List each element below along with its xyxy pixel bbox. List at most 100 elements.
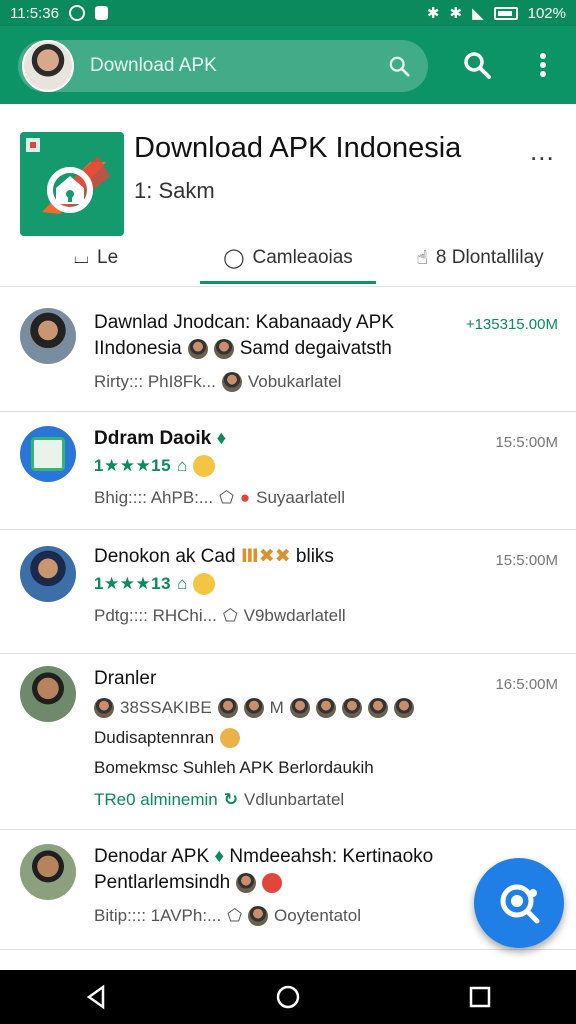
avatar[interactable] [20, 308, 76, 364]
bluetooth-icon: ✱ [426, 5, 440, 22]
list-item[interactable]: Denokon ak Cad Ⅲ✖✖ bliks 1★★★13 ⌂ Pdtg::… [0, 530, 576, 654]
pin-icon: ♦ [214, 846, 225, 867]
pin-icon: ♦ [216, 428, 227, 449]
item-meta: Pdtg:::: RHChi... [94, 606, 217, 625]
device-icon: ⌴ [73, 247, 90, 268]
avatar [262, 873, 283, 893]
overflow-menu-icon[interactable] [528, 50, 558, 80]
avatar [187, 339, 208, 359]
item-meta-author: Vdlunbartatel [244, 790, 345, 809]
refresh-icon: ↻ [223, 790, 239, 809]
avatar [315, 698, 336, 718]
item-title: Dawnlad Jnodcan: Kabanaady APK [94, 312, 394, 333]
location-pin-icon: ● [239, 488, 251, 507]
tag-icon: ⬠ [222, 606, 238, 625]
item-title: Denodar APK [94, 846, 210, 867]
bluetooth-icon-2: ✱ [449, 5, 463, 22]
app-logo-icon [20, 132, 124, 236]
battery-level: 102% [527, 4, 566, 22]
status-time: 11:5:36 [10, 4, 59, 22]
item-title: Ddram Daoik [94, 428, 212, 449]
avatar[interactable] [20, 546, 76, 602]
item-meta-author: Vobukarlatel [247, 372, 342, 391]
list-item[interactable]: Ddram Daoik ♦ 1★★★15 ⌂ Bhig:::: AhPB:...… [0, 412, 576, 530]
item-line-mid: M [269, 698, 284, 717]
item-title-2: IIndonesia [94, 338, 182, 359]
list-item[interactable]: Dranler 38SSAKIBE M Dudisaptennran Bomek… [0, 654, 576, 830]
avatar [94, 698, 114, 718]
avatar[interactable] [20, 666, 76, 722]
search-bar[interactable]: Download APK [18, 40, 428, 92]
camera-search-icon [500, 884, 540, 924]
tab-label: Camleaoias [252, 247, 353, 268]
tab-bar: ⌴ Le ◯ Camleaoias ☝ 8 Dlontallilay [0, 232, 576, 284]
search-input[interactable]: Download APK [90, 55, 388, 77]
item-meta: Bitip:::: 1AVPh:... [94, 906, 222, 925]
avatar [213, 339, 234, 359]
notification-icon [94, 6, 108, 20]
avatar [289, 698, 310, 718]
item-meta: Rirty::: PhI8Fk... [94, 372, 216, 391]
home-icon[interactable] [275, 984, 301, 1010]
sync-icon [68, 5, 85, 21]
tab-camleaoias[interactable]: ◯ Camleaoias [192, 232, 384, 284]
avatar [217, 698, 238, 718]
avatar [367, 698, 388, 718]
avatar [220, 728, 241, 748]
item-title-tail: Samd degaivatsth [239, 338, 392, 359]
rating: 1★★★15 [94, 456, 172, 475]
search-icon[interactable] [388, 55, 410, 77]
avatar [248, 906, 269, 926]
item-timestamp: 15:5:00M [495, 552, 558, 569]
item-meta-author: Ooytentatol [274, 906, 361, 925]
battery-icon [493, 6, 518, 20]
item-line: 38SSAKIBE [120, 698, 212, 717]
app-header: Download APK Indonesia 1: Sakm ... ⌴ Le … [0, 104, 576, 287]
tag-icon: ⬠ [219, 488, 234, 507]
tab-label: 8 Dlontallilay [435, 247, 544, 268]
tag-icon: ⬠ [227, 906, 243, 925]
page-title: Download APK Indonesia [134, 132, 462, 164]
recents-icon[interactable] [467, 984, 493, 1010]
chat-bubble-icon: ◯ [223, 247, 245, 269]
rating: 1★★★13 [94, 574, 172, 593]
tab-label: Le [97, 247, 119, 268]
avatar [236, 873, 257, 893]
tab-dlontallilay[interactable]: ☝ 8 Dlontallilay [384, 232, 576, 284]
item-title: Denokon ak Cad [94, 546, 236, 567]
item-line: Dudisaptennran [94, 728, 215, 747]
tab-le[interactable]: ⌴ Le [0, 232, 192, 284]
back-icon[interactable] [83, 984, 109, 1010]
thumbs-up-icon: ☝ [416, 247, 428, 269]
app-bar: Download APK [0, 26, 576, 104]
item-title-tail: Nmdeeahsh: Kertinaoko [229, 846, 434, 867]
item-meta: Bhig:::: AhPB:... [94, 488, 214, 507]
item-meta-author: V9bwdarlatell [243, 606, 346, 625]
avatar[interactable] [20, 426, 76, 482]
item-meta: TRe0 alminemin [94, 790, 218, 809]
item-timestamp: +135315.00M [465, 316, 558, 333]
avatar [341, 698, 362, 718]
item-title-tail: bliks [295, 546, 334, 567]
system-nav-bar [0, 970, 576, 1024]
emoji-icon [193, 455, 216, 477]
floating-action-button[interactable] [474, 858, 564, 948]
emoji-icon [193, 573, 216, 595]
avatar [393, 698, 414, 718]
status-bar: 11:5:36 ✱ ✱ ◣ 102% [0, 0, 576, 26]
item-title: Dranler [94, 668, 157, 689]
item-timestamp: 16:5:00M [495, 676, 558, 693]
search-icon[interactable] [462, 50, 492, 80]
more-options-button[interactable]: ... [530, 136, 555, 167]
profile-avatar[interactable] [22, 40, 74, 92]
avatar[interactable] [20, 844, 76, 900]
item-meta-author: Suyaarlatell [256, 488, 345, 507]
home-icon: ⌂ [177, 456, 188, 475]
home-icon: ⌂ [177, 574, 188, 593]
page-subtitle: 1: Sakm [134, 178, 215, 203]
avatar [221, 372, 242, 392]
list-item[interactable]: Dawnlad Jnodcan: Kabanaady APK IIndonesi… [0, 294, 576, 412]
wifi-icon: ◣ [472, 5, 484, 22]
item-title-2: Pentlarlemsindh [94, 872, 231, 893]
avatar [243, 698, 264, 718]
